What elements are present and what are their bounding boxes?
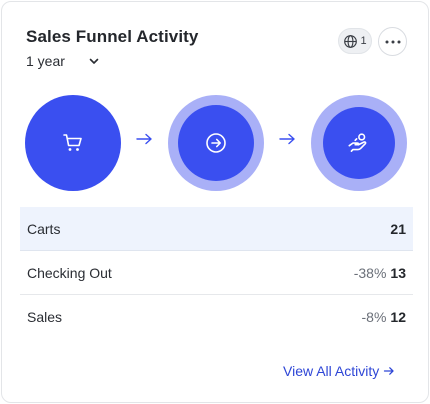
table-row-sales[interactable]: Sales -8% 12 bbox=[20, 295, 413, 339]
table-row-carts[interactable]: Carts 21 bbox=[20, 207, 413, 251]
time-range-dropdown[interactable]: 1 year bbox=[26, 51, 99, 71]
row-value: 13 bbox=[390, 264, 406, 281]
view-all-activity-link[interactable]: View All Activity bbox=[283, 363, 395, 379]
row-percent: -8% bbox=[361, 309, 387, 325]
card-title: Sales Funnel Activity bbox=[26, 27, 199, 46]
globe-icon bbox=[344, 34, 358, 48]
shopping-cart-icon bbox=[63, 134, 82, 151]
row-label: Carts bbox=[27, 220, 61, 237]
more-options-button[interactable] bbox=[378, 27, 407, 56]
stage-carts[interactable] bbox=[25, 95, 121, 191]
time-range-value: 1 year bbox=[26, 53, 65, 69]
row-label: Checking Out bbox=[27, 264, 112, 281]
hand-coin-icon bbox=[348, 133, 367, 152]
more-horizontal-icon bbox=[385, 40, 400, 43]
row-label: Sales bbox=[27, 309, 63, 325]
chevron-down-icon bbox=[89, 58, 99, 64]
sales-funnel-card: Sales Funnel Activity 1 year 1 Carts 21 … bbox=[1, 1, 429, 403]
globe-count: 1 bbox=[360, 35, 367, 47]
row-percent: -38% bbox=[353, 264, 387, 281]
arrow-right-icon bbox=[279, 133, 295, 145]
table-row-checking-out[interactable]: Checking Out -38% 13 bbox=[20, 251, 413, 295]
row-value: 21 bbox=[390, 220, 406, 237]
funnel-stages bbox=[2, 92, 430, 192]
funnel-table: Carts 21 Checking Out -38% 13 Sales -8% … bbox=[20, 207, 413, 339]
arrow-right-icon bbox=[136, 133, 152, 145]
stage-checking-out[interactable] bbox=[168, 95, 264, 191]
arrow-right-icon bbox=[384, 367, 394, 375]
globe-filter-button[interactable]: 1 bbox=[338, 28, 372, 54]
stage-sales[interactable] bbox=[311, 95, 407, 191]
arrow-right-circle-icon bbox=[206, 133, 226, 153]
view-all-label: View All Activity bbox=[283, 363, 380, 379]
row-value: 12 bbox=[390, 309, 406, 325]
